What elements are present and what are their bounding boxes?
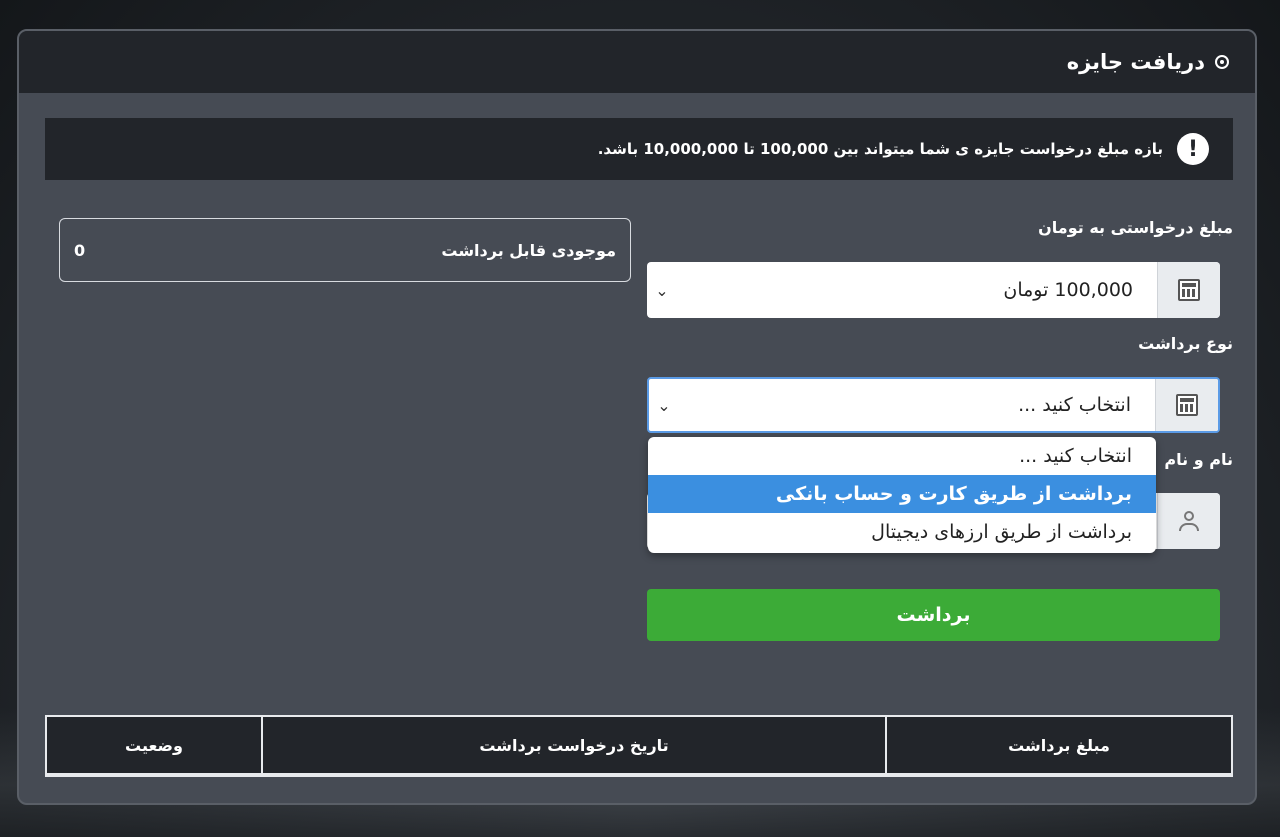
name-addon	[1157, 493, 1220, 549]
withdraw-button[interactable]: برداشت	[647, 589, 1220, 641]
withdraw-type-value: انتخاب کنید ...	[1018, 394, 1131, 416]
user-icon	[1178, 510, 1200, 532]
withdraw-type-label: نوع برداشت	[1138, 334, 1233, 353]
chevron-down-icon: ⌄	[655, 280, 669, 300]
withdraw-type-options: انتخاب کنید ... برداشت از طریق کارت و حس…	[648, 437, 1156, 553]
page-title: دریافت جایزه	[1066, 50, 1205, 74]
withdraw-type-select[interactable]: انتخاب کنید ... ⌄	[647, 377, 1220, 433]
column-header-amount: مبلغ برداشت	[885, 717, 1231, 773]
column-header-date: تاریخ درخواست برداشت	[261, 717, 885, 773]
column-header-status: وضعیت	[125, 735, 183, 755]
calculator-icon	[1176, 394, 1198, 416]
amount-addon	[1157, 262, 1220, 318]
amount-label: مبلغ درخواستی به تومان	[1038, 218, 1233, 237]
target-icon	[1215, 55, 1229, 69]
chevron-down-icon: ⌄	[657, 395, 671, 415]
option-select-placeholder[interactable]: انتخاب کنید ...	[648, 437, 1156, 475]
name-label: نام و نام	[1164, 450, 1233, 469]
balance-value: 0	[74, 240, 86, 260]
amount-value: 100,000 تومان	[1003, 279, 1133, 301]
withdrawable-balance: موجودی قابل برداشت 0	[59, 218, 631, 282]
withdraw-type-addon	[1155, 379, 1218, 431]
notice-text: بازه مبلغ درخواست جایزه ی شما میتواند بی…	[597, 140, 1163, 158]
exclamation-icon: !	[1177, 133, 1209, 165]
panel-header: دریافت جایزه	[19, 31, 1255, 93]
option-crypto[interactable]: برداشت از طریق ارزهای دیجیتال	[648, 513, 1156, 551]
balance-label: موجودی قابل برداشت	[441, 240, 616, 260]
reward-panel: دریافت جایزه ! بازه مبلغ درخواست جایزه ی…	[17, 29, 1257, 805]
withdrawals-table: مبلغ برداشت تاریخ درخواست برداشت وضعیت	[45, 715, 1233, 777]
range-notice: ! بازه مبلغ درخواست جایزه ی شما میتواند …	[45, 118, 1233, 180]
amount-select[interactable]: 100,000 تومان ⌄	[647, 262, 1220, 318]
option-bank-card[interactable]: برداشت از طریق کارت و حساب بانکی	[648, 475, 1156, 513]
calculator-icon	[1178, 279, 1200, 301]
